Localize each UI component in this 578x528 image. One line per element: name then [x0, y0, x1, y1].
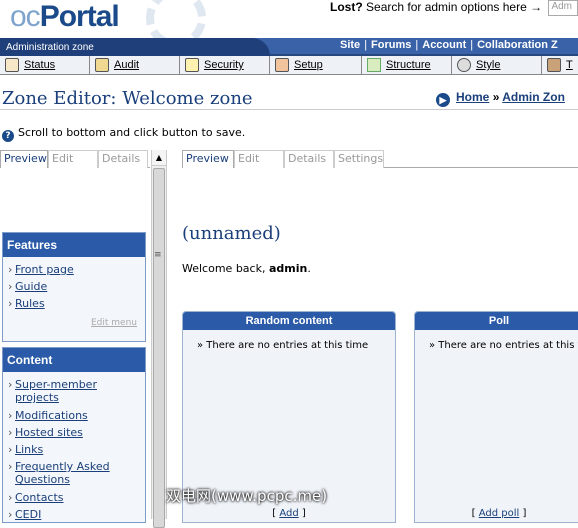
- breadcrumb-home[interactable]: Home: [456, 90, 489, 104]
- setup-icon: [275, 58, 289, 72]
- content-panel: Content Super-member projects Modificati…: [2, 347, 146, 523]
- lost-text: Search for admin options here →: [366, 0, 543, 15]
- poll-block: Poll » There are no entries at this t [ …: [414, 311, 578, 523]
- edit-menu-link[interactable]: Edit menu: [9, 318, 141, 328]
- username: admin: [268, 262, 308, 275]
- admin-search-input[interactable]: Adm: [548, 0, 578, 16]
- add-content-link[interactable]: Add: [279, 508, 298, 519]
- link-forums[interactable]: Forums: [371, 39, 411, 51]
- left-tab-edit[interactable]: Edit: [48, 150, 98, 168]
- menu-link-hosted-sites[interactable]: Hosted sites: [8, 424, 141, 441]
- link-site[interactable]: Site: [340, 39, 360, 51]
- block-title: Poll: [415, 312, 578, 330]
- style-icon: [457, 58, 471, 72]
- lost-label: Lost?: [330, 0, 363, 15]
- welcome-message: Welcome back, admin.: [182, 262, 311, 275]
- block-empty-text: » There are no entries at this time: [197, 340, 369, 351]
- main-tab-edit[interactable]: Edit: [234, 150, 284, 168]
- menu-item-tools[interactable]: T: [542, 56, 578, 75]
- house-icon: [5, 58, 19, 72]
- zone-links: Site | Forums | Account | Collaboration Z: [340, 39, 558, 51]
- features-title: Features: [3, 233, 145, 257]
- lost-search: Lost? Search for admin options here → Ad…: [330, 0, 578, 16]
- page-title: Zone Editor: Welcome zone: [2, 88, 253, 109]
- left-tabs: Preview Edit Details: [0, 150, 150, 168]
- menu-link-modifications[interactable]: Modifications: [8, 407, 141, 424]
- block-footer: [ Add poll ]: [471, 508, 527, 519]
- top-nav-bar: Administration zone Site | Forums | Account |…: [0, 38, 578, 56]
- ocportal-logo[interactable]: ocPortal: [10, 0, 120, 34]
- hammer-icon: [547, 58, 561, 72]
- breadcrumb-arrow-icon: ▶: [436, 93, 450, 107]
- admin-menu-bar: Status Audit Security Setup Structure St…: [0, 56, 578, 75]
- menu-link-contacts[interactable]: Contacts: [8, 489, 141, 506]
- save-hint: ? Scroll to bottom and click button to sa…: [2, 126, 245, 142]
- content-title: Content: [3, 348, 145, 372]
- features-panel: Features Front page Guide Rules Edit men…: [2, 232, 146, 342]
- menu-item-structure[interactable]: Structure: [362, 56, 452, 75]
- block-empty-text: » There are no entries at this t: [429, 340, 578, 351]
- scroll-up-icon[interactable]: ▲: [152, 150, 166, 166]
- menu-link-rules[interactable]: Rules: [8, 295, 141, 312]
- left-tab-preview[interactable]: Preview: [0, 150, 48, 168]
- add-poll-link[interactable]: Add poll: [479, 508, 520, 519]
- menu-link-front-page[interactable]: Front page: [8, 261, 141, 278]
- audit-icon: [95, 58, 109, 72]
- menu-link-faq[interactable]: Frequently Asked Questions: [8, 460, 141, 486]
- block-footer: [ Add ]: [272, 508, 306, 519]
- title-row: Zone Editor: Welcome zone ▶ Home » Admin …: [0, 80, 578, 110]
- menu-link-cedi[interactable]: CEDI: [8, 506, 141, 523]
- menu-item-setup[interactable]: Setup: [270, 56, 362, 75]
- scroll-grip-icon: ≡: [154, 250, 162, 260]
- menu-item-audit[interactable]: Audit: [90, 56, 180, 75]
- main-tab-details[interactable]: Details: [284, 150, 334, 168]
- breadcrumb: ▶ Home » Admin Zon: [436, 90, 565, 107]
- security-icon: [185, 58, 199, 72]
- main-tabs: Preview Edit Details Settings: [182, 150, 578, 168]
- menu-item-status[interactable]: Status: [0, 56, 90, 75]
- left-scrollbar[interactable]: ▲ ≡: [151, 150, 167, 528]
- breadcrumb-admin-zone[interactable]: Admin Zon: [502, 90, 565, 104]
- zone-heading: (unnamed): [182, 223, 281, 244]
- menu-item-style[interactable]: Style: [452, 56, 542, 75]
- left-tab-details[interactable]: Details: [98, 150, 148, 168]
- menu-item-security[interactable]: Security: [180, 56, 270, 75]
- scroll-thumb[interactable]: [153, 168, 165, 528]
- link-collaboration-zone[interactable]: Collaboration Z: [477, 39, 558, 51]
- menu-link-guide[interactable]: Guide: [8, 278, 141, 295]
- zone-label: Administration zone: [6, 42, 94, 53]
- structure-icon: [367, 58, 381, 72]
- main-tab-settings[interactable]: Settings: [334, 150, 384, 168]
- menu-link-super-member-projects[interactable]: Super-member projects: [8, 378, 141, 404]
- link-account[interactable]: Account: [422, 39, 466, 51]
- watermark: 双电网(www.pcpc.me): [166, 487, 328, 505]
- menu-link-links[interactable]: Links: [8, 441, 141, 458]
- main-tab-preview[interactable]: Preview: [182, 150, 234, 168]
- breadcrumb-separator: »: [492, 90, 500, 104]
- help-icon: ?: [2, 130, 14, 142]
- block-title: Random content: [183, 312, 395, 330]
